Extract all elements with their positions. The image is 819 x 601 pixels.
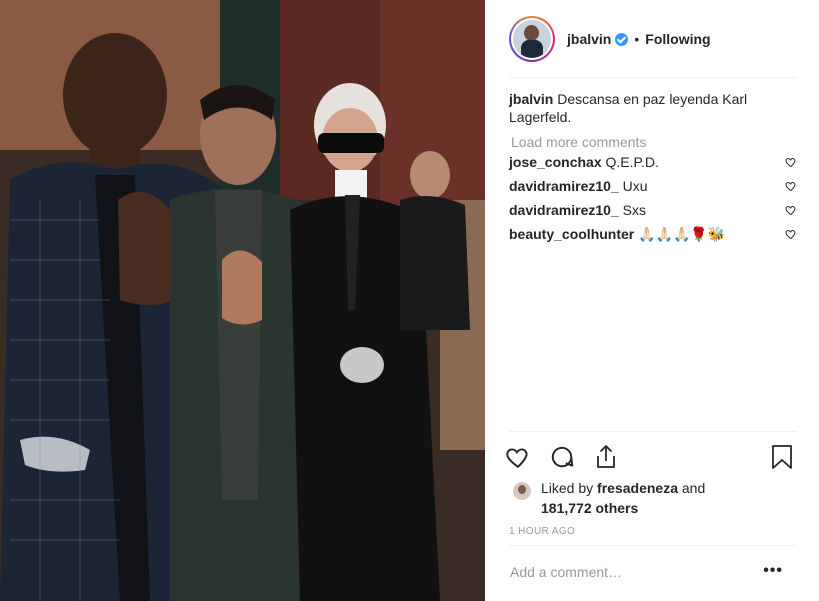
liked-by-conj: and bbox=[681, 480, 706, 496]
like-button[interactable] bbox=[503, 442, 533, 472]
share-icon bbox=[597, 445, 615, 468]
author-avatar[interactable] bbox=[509, 16, 555, 62]
liker-username[interactable]: fresadeneza bbox=[597, 480, 678, 496]
comment-text: Q.E.P.D. bbox=[605, 154, 659, 170]
bookmark-icon bbox=[772, 445, 792, 469]
comment-row: beauty_coolhunter 🙏🏻🙏🏻🙏🏻🌹🐝 bbox=[509, 222, 797, 246]
heart-icon bbox=[506, 448, 528, 468]
post-caption: jbalvin Descansa en paz leyenda Karl Lag… bbox=[509, 90, 797, 126]
comments-section: jbalvin Descansa en paz leyenda Karl Lag… bbox=[509, 90, 797, 246]
share-button[interactable] bbox=[591, 442, 621, 472]
heart-icon[interactable] bbox=[785, 180, 797, 192]
post-photo-image bbox=[0, 0, 485, 601]
comment-divider bbox=[509, 545, 797, 546]
actions-divider bbox=[509, 431, 797, 432]
comment-username[interactable]: davidramirez10_ bbox=[509, 178, 619, 194]
add-comment-input[interactable]: Add a comment… bbox=[510, 564, 622, 580]
likes-count[interactable]: 181,772 others bbox=[541, 500, 638, 516]
more-options-button[interactable]: ••• bbox=[763, 562, 783, 580]
post-header: jbalvin • Following bbox=[509, 14, 797, 64]
likes-summary: Liked by fresadeneza and 181,772 others bbox=[513, 478, 705, 518]
comment-row: davidramirez10_ Sxs bbox=[509, 198, 797, 222]
comment-row: jose_conchax Q.E.P.D. bbox=[509, 150, 797, 174]
comment-username[interactable]: davidramirez10_ bbox=[509, 202, 619, 218]
comment-icon bbox=[551, 446, 574, 468]
heart-icon[interactable] bbox=[785, 156, 797, 168]
post-actions bbox=[503, 442, 797, 472]
verified-badge-icon bbox=[615, 32, 629, 46]
comment-button[interactable] bbox=[547, 442, 577, 472]
liked-by-prefix: Liked by bbox=[541, 480, 594, 496]
post-sidebar: jbalvin • Following jbalvin Descansa en … bbox=[485, 0, 819, 601]
comment-text: Sxs bbox=[622, 202, 646, 218]
heart-icon[interactable] bbox=[785, 228, 797, 240]
header-separator: • bbox=[634, 31, 640, 47]
comment-username[interactable]: jose_conchax bbox=[509, 154, 602, 170]
load-more-comments-button[interactable]: Load more comments bbox=[511, 134, 797, 150]
following-button[interactable]: Following bbox=[645, 31, 710, 47]
comment-row: davidramirez10_ Uxu bbox=[509, 174, 797, 198]
author-username[interactable]: jbalvin bbox=[567, 31, 611, 47]
comment-text: Uxu bbox=[622, 178, 648, 194]
heart-icon[interactable] bbox=[785, 204, 797, 216]
post-timestamp[interactable]: 1 HOUR AGO bbox=[509, 526, 575, 537]
comment-text: 🙏🏻🙏🏻🙏🏻🌹🐝 bbox=[638, 225, 726, 242]
liker-avatar[interactable] bbox=[513, 482, 531, 500]
post-photo[interactable] bbox=[0, 0, 485, 601]
save-button[interactable] bbox=[767, 442, 797, 472]
caption-username[interactable]: jbalvin bbox=[509, 91, 553, 107]
comment-username[interactable]: beauty_coolhunter bbox=[509, 226, 634, 242]
header-divider bbox=[509, 77, 797, 78]
